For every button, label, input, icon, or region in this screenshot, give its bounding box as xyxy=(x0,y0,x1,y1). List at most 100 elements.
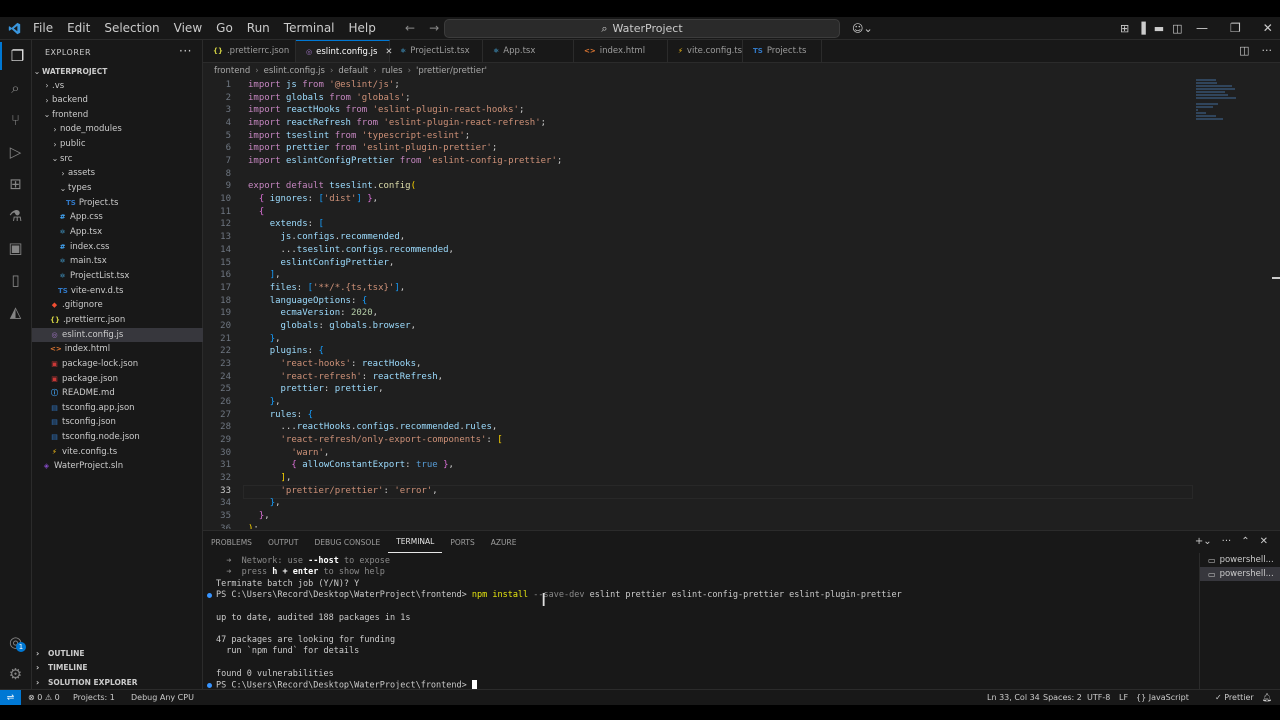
split-editor-icon[interactable]: ◫ xyxy=(1239,44,1249,57)
tab-projectlist-tsx[interactable]: ⚛ ProjectList.tsx xyxy=(390,40,483,62)
tree-item[interactable]: ▤ tsconfig.node.json xyxy=(32,430,220,444)
extensions-icon[interactable]: ⊞ xyxy=(0,170,31,198)
tree-item[interactable]: ▤ tsconfig.json xyxy=(32,415,220,429)
breadcrumb-item[interactable]: frontend xyxy=(214,66,250,76)
search-activity-icon[interactable]: ⌕ xyxy=(0,74,31,102)
forward-arrow-icon[interactable]: → xyxy=(429,21,439,35)
toggle-secondary-sidebar-icon[interactable]: ◫ xyxy=(1172,22,1182,35)
menu-edit[interactable]: Edit xyxy=(60,21,97,35)
panel-tab-terminal[interactable]: TERMINAL xyxy=(388,531,443,553)
command-decoration-icon[interactable] xyxy=(207,592,212,598)
menu-file[interactable]: File xyxy=(26,21,60,35)
maximize-panel-icon[interactable]: ⌃ xyxy=(1241,536,1249,547)
tree-item[interactable]: › .vs xyxy=(32,79,212,93)
testing-icon[interactable]: ⚗ xyxy=(0,202,31,230)
breadcrumb-item[interactable]: default xyxy=(338,66,368,76)
panel-tab-ports[interactable]: PORTS xyxy=(442,531,482,553)
tree-item[interactable]: ⚡ vite.config.ts xyxy=(32,445,220,459)
run-debug-icon[interactable]: ▷ xyxy=(0,138,31,166)
tab-vite-config-ts[interactable]: ⚡ vite.config.ts xyxy=(668,40,743,62)
tree-item[interactable]: ⌄ src xyxy=(32,152,220,166)
source-control-icon[interactable]: ⑂ xyxy=(0,106,31,134)
tree-item[interactable]: {} .prettierrc.json xyxy=(32,313,220,327)
copilot-icon[interactable]: ☺⌄ xyxy=(852,17,873,39)
toggle-panel-icon[interactable]: ▬ xyxy=(1154,22,1164,35)
menu-terminal[interactable]: Terminal xyxy=(277,21,342,35)
tree-item[interactable]: › public xyxy=(32,137,220,151)
tab-app-tsx[interactable]: ⚛ App.tsx xyxy=(483,40,574,62)
terminal-instance[interactable]: ▭ powershell... xyxy=(1200,567,1280,581)
terminal-instance[interactable]: ▭ powershell... xyxy=(1200,553,1280,567)
tree-item[interactable]: # index.css xyxy=(32,240,228,254)
tab--prettierrc-json[interactable]: {} .prettierrc.json xyxy=(203,40,296,62)
menu-view[interactable]: View xyxy=(167,21,209,35)
language-status[interactable]: {} JavaScript xyxy=(1136,690,1189,705)
tree-item[interactable]: › node_modules xyxy=(32,122,220,136)
tab-project-ts[interactable]: TS Project.ts xyxy=(743,40,822,62)
panel-tab-output[interactable]: OUTPUT xyxy=(260,531,307,553)
tree-root[interactable]: ⌄ WATERPROJECT xyxy=(32,64,202,78)
tree-item[interactable]: ◎ eslint.config.js xyxy=(32,327,220,342)
breadcrumb-item[interactable]: 'prettier/prettier' xyxy=(416,66,487,76)
toggle-sidebar-icon[interactable]: ▐ xyxy=(1137,22,1145,35)
menu-help[interactable]: Help xyxy=(342,21,383,35)
settings-gear-icon[interactable]: ⚙ xyxy=(0,660,31,688)
terminal-output[interactable]: ➜ Network: use --host to expose ➜ press … xyxy=(203,554,1193,691)
code-editor[interactable]: 1 import js from '@eslint/js'; 2 import glo… xyxy=(203,79,1280,529)
tree-item[interactable]: ◆ .gitignore xyxy=(32,298,220,312)
breadcrumb-item[interactable]: rules xyxy=(382,66,403,76)
panel-more-icon[interactable]: ··· xyxy=(1222,536,1232,547)
azure-icon[interactable]: ◭ xyxy=(0,298,31,326)
account-icon[interactable]: ◎ xyxy=(0,628,31,656)
remote-icon[interactable]: ⇌ xyxy=(0,690,21,705)
tree-item[interactable]: TS vite-env.d.ts xyxy=(32,284,228,298)
tree-item[interactable]: ⌄ frontend xyxy=(32,108,212,122)
command-decoration-icon[interactable] xyxy=(207,683,212,689)
tab-eslint-config-js[interactable]: ◎ eslint.config.js ✕ xyxy=(296,40,393,62)
section-outline[interactable]: › OUTLINE xyxy=(32,646,202,660)
minimize-icon[interactable]: — xyxy=(1196,21,1208,35)
encoding-status[interactable]: UTF-8 xyxy=(1087,690,1110,705)
section-timeline[interactable]: › TIMELINE xyxy=(32,661,202,675)
tree-item[interactable]: ⚛ main.tsx xyxy=(32,254,228,268)
command-center-search[interactable]: ⌕ WaterProject xyxy=(444,19,840,38)
notifications-bell-icon[interactable]: 🔔︎ xyxy=(1262,690,1272,705)
tree-item[interactable]: ▤ tsconfig.app.json xyxy=(32,401,220,415)
tree-item[interactable]: › assets xyxy=(32,166,228,180)
problems-status[interactable]: ⊗ 0 ⚠ 0 xyxy=(28,690,60,705)
tree-item[interactable]: ⚛ App.tsx xyxy=(32,225,228,239)
more-editor-actions-icon[interactable]: ··· xyxy=(1262,44,1273,57)
tab-index-html[interactable]: <> index.html xyxy=(574,40,668,62)
menu-go[interactable]: Go xyxy=(209,21,240,35)
eol-status[interactable]: LF xyxy=(1119,690,1128,705)
panel-tab-azure[interactable]: AZURE xyxy=(483,531,525,553)
close-window-icon[interactable]: ✕ xyxy=(1263,21,1273,35)
tree-item[interactable]: ⓘ README.md xyxy=(32,386,220,400)
docker-icon[interactable]: ▯ xyxy=(0,266,31,294)
more-actions-icon[interactable]: ··· xyxy=(179,44,192,58)
tree-item[interactable]: ▣ package.json xyxy=(32,372,220,386)
back-arrow-icon[interactable]: ← xyxy=(405,21,415,35)
prettier-status[interactable]: ✓ Prettier xyxy=(1215,690,1254,705)
menu-run[interactable]: Run xyxy=(240,21,277,35)
close-panel-icon[interactable]: ✕ xyxy=(1260,536,1268,547)
tree-item[interactable]: ⌄ types xyxy=(32,181,228,195)
tree-item[interactable]: › backend xyxy=(32,93,212,107)
panel-tab-debug-console[interactable]: DEBUG CONSOLE xyxy=(307,531,389,553)
tree-item[interactable]: # App.css xyxy=(32,210,228,224)
panel-tab-problems[interactable]: PROBLEMS xyxy=(203,531,260,553)
tree-item[interactable]: ▣ package-lock.json xyxy=(32,357,220,371)
new-terminal-icon[interactable]: +⌄ xyxy=(1195,536,1212,547)
breadcrumb-item[interactable]: eslint.config.js xyxy=(264,66,325,76)
minimap[interactable] xyxy=(1196,79,1241,139)
section-solution-explorer[interactable]: › SOLUTION EXPLORER xyxy=(32,675,202,689)
projects-status[interactable]: Projects: 1 xyxy=(73,690,115,705)
menu-selection[interactable]: Selection xyxy=(97,21,166,35)
explorer-icon[interactable]: ❐ xyxy=(0,42,33,70)
maximize-icon[interactable]: ❐ xyxy=(1230,21,1241,35)
tree-item[interactable]: ⚛ ProjectList.tsx xyxy=(32,269,228,283)
tree-item[interactable]: ◈ WaterProject.sln xyxy=(32,459,212,473)
indentation-status[interactable]: Spaces: 2 xyxy=(1043,690,1082,705)
customize-layout-icon[interactable]: ⊞ xyxy=(1120,22,1129,35)
cursor-position-status[interactable]: Ln 33, Col 34 xyxy=(987,690,1040,705)
